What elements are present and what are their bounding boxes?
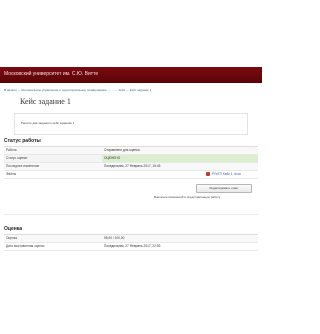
- last-modified: Понедельник, 27 Февраль 2017, 15:43: [104, 164, 161, 168]
- edit-submission-note: Внесение изменений в представленную рабо…: [154, 195, 221, 199]
- table-row: Статус оценки ОЦЕНЕНО: [4, 155, 258, 163]
- table-row: Дата выставления оценки Понедельник, 27 …: [4, 243, 258, 251]
- divider: [4, 214, 258, 215]
- table-row: Работа Отправлено для оценки: [4, 147, 258, 155]
- table-row: Оценка 95,00 / 100,00: [4, 235, 258, 243]
- page: Московский университет им. С.Ю. Витте В …: [0, 0, 262, 334]
- site-title[interactable]: Московский университет им. С.Ю. Витте: [4, 71, 98, 77]
- row-value: 95,00 / 100,00: [102, 235, 258, 242]
- row-label: Статус оценки: [6, 156, 28, 160]
- row-value: ОЦЕНЕНО: [102, 155, 258, 162]
- submission-state: Отправлено для оценки: [104, 148, 140, 152]
- row-value: Понедельник, 27 Февраль 2017, 22:53: [102, 243, 258, 250]
- document-icon: [206, 172, 210, 176]
- edit-submission-block: Редактировать ответ Внесение изменений в…: [98, 182, 256, 202]
- row-label: Последнее изменение: [6, 164, 40, 168]
- grade-value: 95,00 / 100,00: [104, 236, 125, 240]
- row-value: РУиТП Кейс 1 .docx: [102, 171, 258, 178]
- row-value: Отправлено для оценки: [102, 147, 258, 154]
- assignment-intro: Решите два задания к кейс заданию 1: [14, 113, 248, 135]
- submission-status-table: Работа Отправлено для оценки Статус оцен…: [4, 146, 258, 179]
- row-label: Работа: [6, 148, 17, 152]
- feedback-table: Оценка 95,00 / 100,00 Дата выставления о…: [4, 234, 258, 251]
- row-label: Файлы: [6, 172, 17, 176]
- grading-status: ОЦЕНЕНО: [104, 156, 121, 160]
- page-title: Кейс задание 1: [20, 97, 71, 106]
- graded-on: Понедельник, 27 Февраль 2017, 22:53: [104, 244, 161, 248]
- file-link[interactable]: РУиТП Кейс 1 .docx: [212, 172, 241, 176]
- row-value: Понедельник, 27 Февраль 2017, 15:43: [102, 163, 258, 170]
- table-row: Последнее изменение Понедельник, 27 Февр…: [4, 163, 258, 171]
- feedback-title: Оценка: [4, 226, 23, 232]
- site-header: Московский университет им. С.Ю. Витте: [0, 67, 262, 83]
- edit-submission-button[interactable]: Редактировать ответ: [196, 184, 252, 193]
- assignment-intro-text: Решите два задания к кейс заданию 1: [21, 121, 75, 125]
- row-label: Оценка: [6, 236, 18, 240]
- row-label: Дата выставления оценки: [6, 244, 45, 248]
- submission-status-title: Статус работы: [4, 138, 41, 144]
- table-row: Файлы РУиТП Кейс 1 .docx: [4, 171, 258, 179]
- breadcrumb[interactable]: В начало → Региональное управление и тер…: [4, 88, 151, 92]
